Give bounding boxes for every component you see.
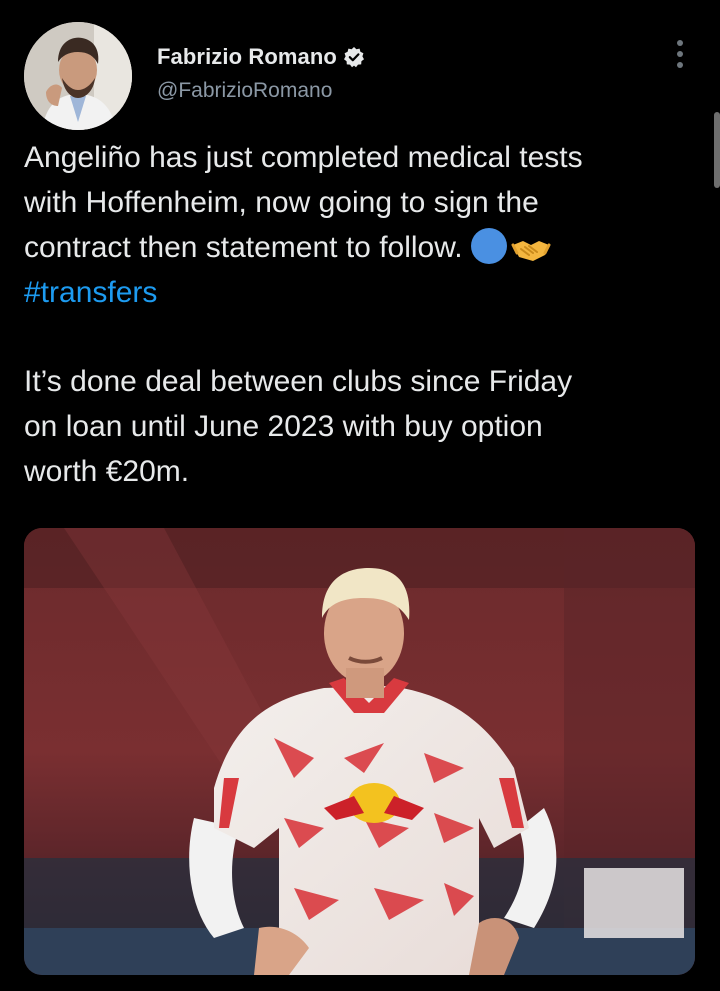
tweet-line: on loan until June 2023 with buy option bbox=[24, 410, 543, 443]
author-handle[interactable]: @FabrizioRomano bbox=[157, 79, 365, 103]
tweet-line-text: contract then statement to follow. bbox=[24, 231, 463, 264]
tweet-line: worth €20m. bbox=[24, 455, 190, 488]
author-name-row: Fabrizio Romano bbox=[157, 42, 365, 72]
tweet-media-photo[interactable] bbox=[24, 528, 695, 975]
tweet-line: contract then statement to follow. bbox=[24, 225, 694, 270]
blue-circle-emoji-icon bbox=[470, 228, 507, 264]
tweet-author: Fabrizio Romano @FabrizioRomano bbox=[157, 42, 365, 103]
more-options-icon[interactable] bbox=[666, 36, 694, 72]
hashtag-link[interactable]: #transfers bbox=[24, 270, 694, 315]
avatar[interactable] bbox=[24, 22, 132, 130]
tweet-text: Angeliño has just completed medical test… bbox=[24, 135, 694, 494]
handshake-emoji-icon bbox=[511, 233, 551, 265]
player-photo bbox=[24, 528, 695, 975]
avatar-photo bbox=[24, 22, 132, 130]
tweet-line: Angeliño has just completed medical test… bbox=[24, 141, 583, 174]
tweet-line: with Hoffenheim, now going to sign the bbox=[24, 186, 539, 219]
verified-badge-icon bbox=[343, 46, 365, 68]
tweet-line: It’s done deal between clubs since Frida… bbox=[24, 365, 573, 398]
author-display-name[interactable]: Fabrizio Romano bbox=[157, 44, 337, 70]
scrollbar[interactable] bbox=[714, 112, 720, 188]
